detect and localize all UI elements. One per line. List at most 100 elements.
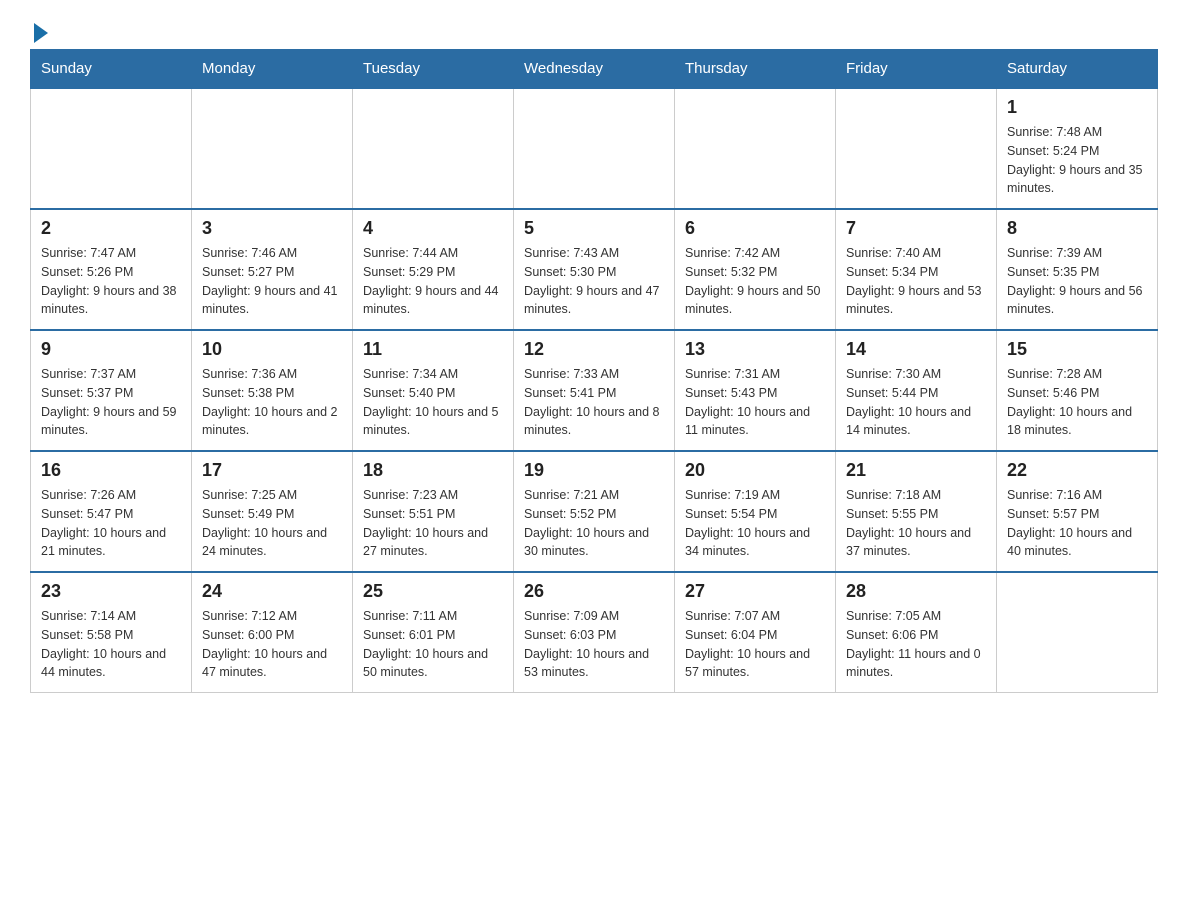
day-info: Sunrise: 7:30 AM Sunset: 5:44 PM Dayligh… [846,365,986,440]
day-info: Sunrise: 7:09 AM Sunset: 6:03 PM Dayligh… [524,607,664,682]
calendar-week-row: 23Sunrise: 7:14 AM Sunset: 5:58 PM Dayli… [31,572,1158,693]
calendar-week-row: 1Sunrise: 7:48 AM Sunset: 5:24 PM Daylig… [31,88,1158,209]
calendar-cell: 28 Sunrise: 7:05 AM Sunset: 6:06 PM Dayli… [836,572,997,693]
calendar-cell [514,88,675,209]
calendar-cell: 22 Sunrise: 7:16 AM Sunset: 5:57 PM Dayli… [997,451,1158,572]
day-number: 22 [1007,460,1147,481]
day-number: 7 [846,218,986,239]
day-number: 4 [363,218,503,239]
calendar-cell: 16 Sunrise: 7:26 AM Sunset: 5:47 PM Dayli… [31,451,192,572]
calendar-cell: 21Sunrise: 7:18 AM Sunset: 5:55 PM Dayli… [836,451,997,572]
day-number: 16 [41,460,181,481]
day-info: Sunrise: 7:31 AM Sunset: 5:43 PM Dayligh… [685,365,825,440]
calendar-header-row: SundayMondayTuesdayWednesdayThursdayFrid… [31,50,1158,89]
day-number: 18 [363,460,503,481]
day-info: Sunrise: 7:23 AM Sunset: 5:51 PM Dayligh… [363,486,503,561]
logo [30,20,48,39]
col-header-sunday: Sunday [31,50,192,89]
calendar-cell: 1Sunrise: 7:48 AM Sunset: 5:24 PM Daylig… [997,88,1158,209]
day-number: 5 [524,218,664,239]
calendar-cell [997,572,1158,693]
logo-general-text [30,25,48,43]
day-number: 3 [202,218,342,239]
calendar-week-row: 16 Sunrise: 7:26 AM Sunset: 5:47 PM Dayli… [31,451,1158,572]
day-info: Sunrise: 7:36 AM Sunset: 5:38 PM Dayligh… [202,365,342,440]
calendar-cell: 23Sunrise: 7:14 AM Sunset: 5:58 PM Dayli… [31,572,192,693]
day-info: Sunrise: 7:26 AM Sunset: 5:47 PM Dayligh… [41,486,181,561]
day-number: 26 [524,581,664,602]
calendar-cell: 2 Sunrise: 7:47 AM Sunset: 5:26 PM Daylig… [31,209,192,330]
day-number: 24 [202,581,342,602]
day-number: 19 [524,460,664,481]
day-info: Sunrise: 7:39 AM Sunset: 5:35 PM Dayligh… [1007,244,1147,319]
col-header-tuesday: Tuesday [353,50,514,89]
day-number: 6 [685,218,825,239]
calendar-cell: 26 Sunrise: 7:09 AM Sunset: 6:03 PM Dayli… [514,572,675,693]
day-number: 20 [685,460,825,481]
calendar-cell: 14 Sunrise: 7:30 AM Sunset: 5:44 PM Dayli… [836,330,997,451]
calendar-cell: 9 Sunrise: 7:37 AM Sunset: 5:37 PM Daylig… [31,330,192,451]
day-info: Sunrise: 7:16 AM Sunset: 5:57 PM Dayligh… [1007,486,1147,561]
day-info: Sunrise: 7:48 AM Sunset: 5:24 PM Dayligh… [1007,123,1147,198]
day-number: 23 [41,581,181,602]
calendar-cell: 6 Sunrise: 7:42 AM Sunset: 5:32 PM Daylig… [675,209,836,330]
day-info: Sunrise: 7:19 AM Sunset: 5:54 PM Dayligh… [685,486,825,561]
day-info: Sunrise: 7:25 AM Sunset: 5:49 PM Dayligh… [202,486,342,561]
day-info: Sunrise: 7:05 AM Sunset: 6:06 PM Dayligh… [846,607,986,682]
day-info: Sunrise: 7:43 AM Sunset: 5:30 PM Dayligh… [524,244,664,319]
calendar-cell [675,88,836,209]
day-info: Sunrise: 7:07 AM Sunset: 6:04 PM Dayligh… [685,607,825,682]
day-number: 28 [846,581,986,602]
day-info: Sunrise: 7:12 AM Sunset: 6:00 PM Dayligh… [202,607,342,682]
day-number: 17 [202,460,342,481]
day-number: 10 [202,339,342,360]
day-number: 11 [363,339,503,360]
col-header-wednesday: Wednesday [514,50,675,89]
day-info: Sunrise: 7:42 AM Sunset: 5:32 PM Dayligh… [685,244,825,319]
day-info: Sunrise: 7:37 AM Sunset: 5:37 PM Dayligh… [41,365,181,440]
day-number: 14 [846,339,986,360]
calendar-cell: 19 Sunrise: 7:21 AM Sunset: 5:52 PM Dayli… [514,451,675,572]
calendar-cell [192,88,353,209]
col-header-monday: Monday [192,50,353,89]
col-header-friday: Friday [836,50,997,89]
day-number: 12 [524,339,664,360]
calendar-cell: 10 Sunrise: 7:36 AM Sunset: 5:38 PM Dayli… [192,330,353,451]
day-number: 13 [685,339,825,360]
calendar-week-row: 2 Sunrise: 7:47 AM Sunset: 5:26 PM Daylig… [31,209,1158,330]
page-header [30,20,1158,39]
calendar-cell [31,88,192,209]
calendar-cell [353,88,514,209]
calendar-cell: 12 Sunrise: 7:33 AM Sunset: 5:41 PM Dayli… [514,330,675,451]
calendar-cell: 11Sunrise: 7:34 AM Sunset: 5:40 PM Dayli… [353,330,514,451]
calendar-cell [836,88,997,209]
calendar-cell: 20 Sunrise: 7:19 AM Sunset: 5:54 PM Dayli… [675,451,836,572]
day-number: 9 [41,339,181,360]
calendar-cell: 8 Sunrise: 7:39 AM Sunset: 5:35 PM Daylig… [997,209,1158,330]
calendar-cell: 5 Sunrise: 7:43 AM Sunset: 5:30 PM Daylig… [514,209,675,330]
day-number: 15 [1007,339,1147,360]
calendar-cell: 18 Sunrise: 7:23 AM Sunset: 5:51 PM Dayli… [353,451,514,572]
day-info: Sunrise: 7:18 AM Sunset: 5:55 PM Dayligh… [846,486,986,561]
day-number: 2 [41,218,181,239]
day-info: Sunrise: 7:28 AM Sunset: 5:46 PM Dayligh… [1007,365,1147,440]
calendar-cell: 3 Sunrise: 7:46 AM Sunset: 5:27 PM Daylig… [192,209,353,330]
col-header-saturday: Saturday [997,50,1158,89]
calendar-cell: 27Sunrise: 7:07 AM Sunset: 6:04 PM Dayli… [675,572,836,693]
day-info: Sunrise: 7:21 AM Sunset: 5:52 PM Dayligh… [524,486,664,561]
calendar-cell: 24 Sunrise: 7:12 AM Sunset: 6:00 PM Dayli… [192,572,353,693]
day-info: Sunrise: 7:33 AM Sunset: 5:41 PM Dayligh… [524,365,664,440]
calendar-week-row: 9 Sunrise: 7:37 AM Sunset: 5:37 PM Daylig… [31,330,1158,451]
col-header-thursday: Thursday [675,50,836,89]
day-number: 25 [363,581,503,602]
day-info: Sunrise: 7:46 AM Sunset: 5:27 PM Dayligh… [202,244,342,319]
day-info: Sunrise: 7:11 AM Sunset: 6:01 PM Dayligh… [363,607,503,682]
day-number: 8 [1007,218,1147,239]
calendar-table: SundayMondayTuesdayWednesdayThursdayFrid… [30,49,1158,693]
day-info: Sunrise: 7:47 AM Sunset: 5:26 PM Dayligh… [41,244,181,319]
calendar-cell: 17 Sunrise: 7:25 AM Sunset: 5:49 PM Dayli… [192,451,353,572]
day-info: Sunrise: 7:44 AM Sunset: 5:29 PM Dayligh… [363,244,503,319]
calendar-cell: 4 Sunrise: 7:44 AM Sunset: 5:29 PM Daylig… [353,209,514,330]
calendar-cell: 25 Sunrise: 7:11 AM Sunset: 6:01 PM Dayli… [353,572,514,693]
day-info: Sunrise: 7:40 AM Sunset: 5:34 PM Dayligh… [846,244,986,319]
